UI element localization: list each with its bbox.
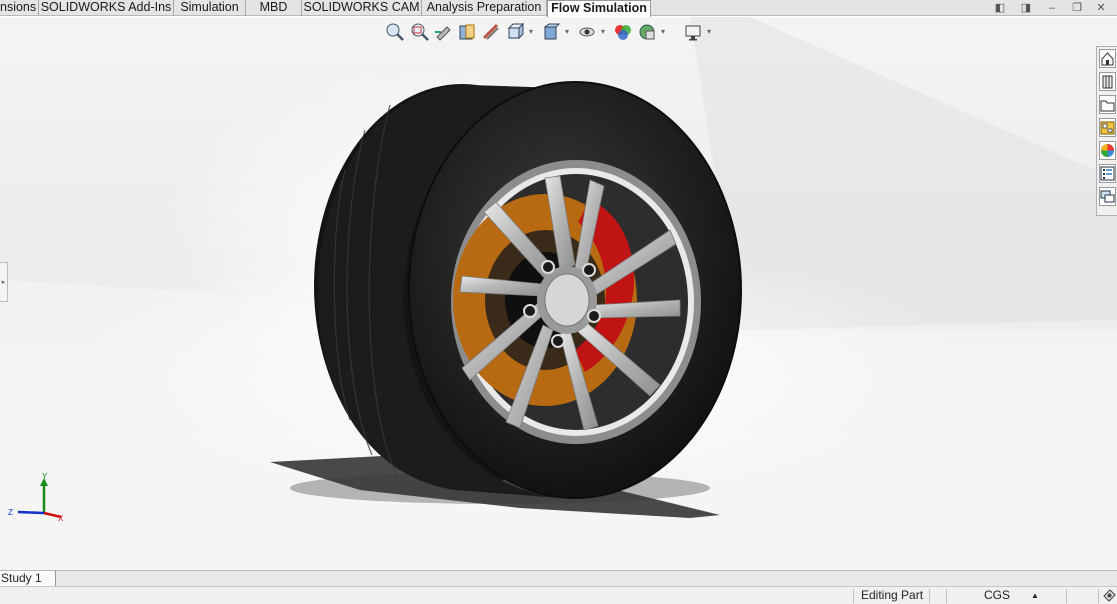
triad-y-label: Y	[42, 472, 48, 481]
tab-solidworks-add-ins[interactable]: SOLIDWORKS Add-Ins	[39, 0, 174, 16]
forum-icon	[1100, 190, 1115, 203]
next-window-icon[interactable]: ◨	[1019, 2, 1033, 14]
heads-up-view-toolbar: ▾ ▾ ▾ ▾ ▾	[385, 22, 715, 42]
feature-manager-toggle-handle[interactable]: ▸	[0, 262, 8, 302]
view-palette-button[interactable]	[1099, 118, 1116, 137]
task-pane	[1096, 46, 1117, 216]
file-explorer-button[interactable]	[1099, 95, 1116, 114]
tab-dimensions[interactable]: nsions	[0, 0, 39, 16]
tab-analysis-preparation[interactable]: Analysis Preparation	[422, 0, 547, 16]
tab-simulation[interactable]: Simulation	[174, 0, 246, 16]
custom-properties-button[interactable]	[1099, 164, 1116, 183]
close-icon[interactable]: ✕	[1094, 2, 1108, 14]
custom-properties-icon	[1100, 166, 1115, 181]
home-icon	[1101, 52, 1114, 66]
view-palette-icon	[1100, 121, 1115, 135]
design-library-icon	[1102, 75, 1113, 89]
customize-status-bar-icon[interactable]	[1102, 588, 1116, 604]
hide-show-items-icon[interactable]	[577, 22, 597, 42]
reference-triad: Y X Z	[8, 472, 64, 523]
appearances-scenes-decals-button[interactable]	[1099, 141, 1116, 160]
status-bar: Editing Part CGS ▲	[0, 586, 1117, 604]
apply-scene-dropdown-icon[interactable]: ▾	[661, 22, 669, 42]
design-library-button[interactable]	[1099, 72, 1116, 91]
previous-window-icon[interactable]: ◧	[993, 2, 1007, 14]
edit-appearance-icon[interactable]	[613, 22, 633, 42]
triad-z-label: Z	[8, 508, 13, 517]
graphics-viewport[interactable]: Y X Z	[0, 17, 1117, 570]
solidworks-forum-button[interactable]	[1099, 187, 1116, 206]
command-manager-tabs: nsions SOLIDWORKS Add-Ins Simulation MBD…	[0, 0, 1117, 17]
previous-view-icon[interactable]	[433, 22, 453, 42]
view-settings-icon[interactable]	[683, 22, 703, 42]
hide-show-dropdown-icon[interactable]: ▾	[601, 22, 609, 42]
solidworks-resources-button[interactable]	[1099, 49, 1116, 68]
study-tab[interactable]: Study 1	[0, 571, 56, 586]
wheel-model[interactable]	[0, 17, 1117, 570]
minimize-icon[interactable]: –	[1045, 2, 1059, 14]
status-mode: Editing Part	[861, 588, 924, 602]
view-orientation-icon[interactable]	[505, 22, 525, 42]
study-tab-bar: Study 1	[0, 570, 1117, 586]
tab-mbd[interactable]: MBD	[246, 0, 302, 16]
tab-flow-simulation[interactable]: Flow Simulation	[547, 0, 651, 17]
apply-scene-icon[interactable]	[637, 22, 657, 42]
display-style-icon[interactable]	[541, 22, 561, 42]
view-orientation-dropdown-icon[interactable]: ▾	[529, 22, 537, 42]
zoom-to-area-icon[interactable]	[409, 22, 429, 42]
folder-icon	[1100, 100, 1115, 112]
zoom-to-fit-icon[interactable]	[385, 22, 405, 42]
restore-icon[interactable]: ❐	[1070, 2, 1084, 14]
display-style-dropdown-icon[interactable]: ▾	[565, 22, 573, 42]
appearances-icon	[1101, 144, 1114, 157]
tab-solidworks-cam[interactable]: SOLIDWORKS CAM	[302, 0, 422, 16]
unit-system[interactable]: CGS	[984, 587, 1010, 604]
unit-system-caret-icon[interactable]: ▲	[1031, 587, 1039, 604]
triad-x-label: X	[58, 514, 64, 523]
view-settings-dropdown-icon[interactable]: ▾	[707, 22, 715, 42]
section-view-icon[interactable]	[457, 22, 477, 42]
dynamic-annotation-views-icon[interactable]	[481, 22, 501, 42]
